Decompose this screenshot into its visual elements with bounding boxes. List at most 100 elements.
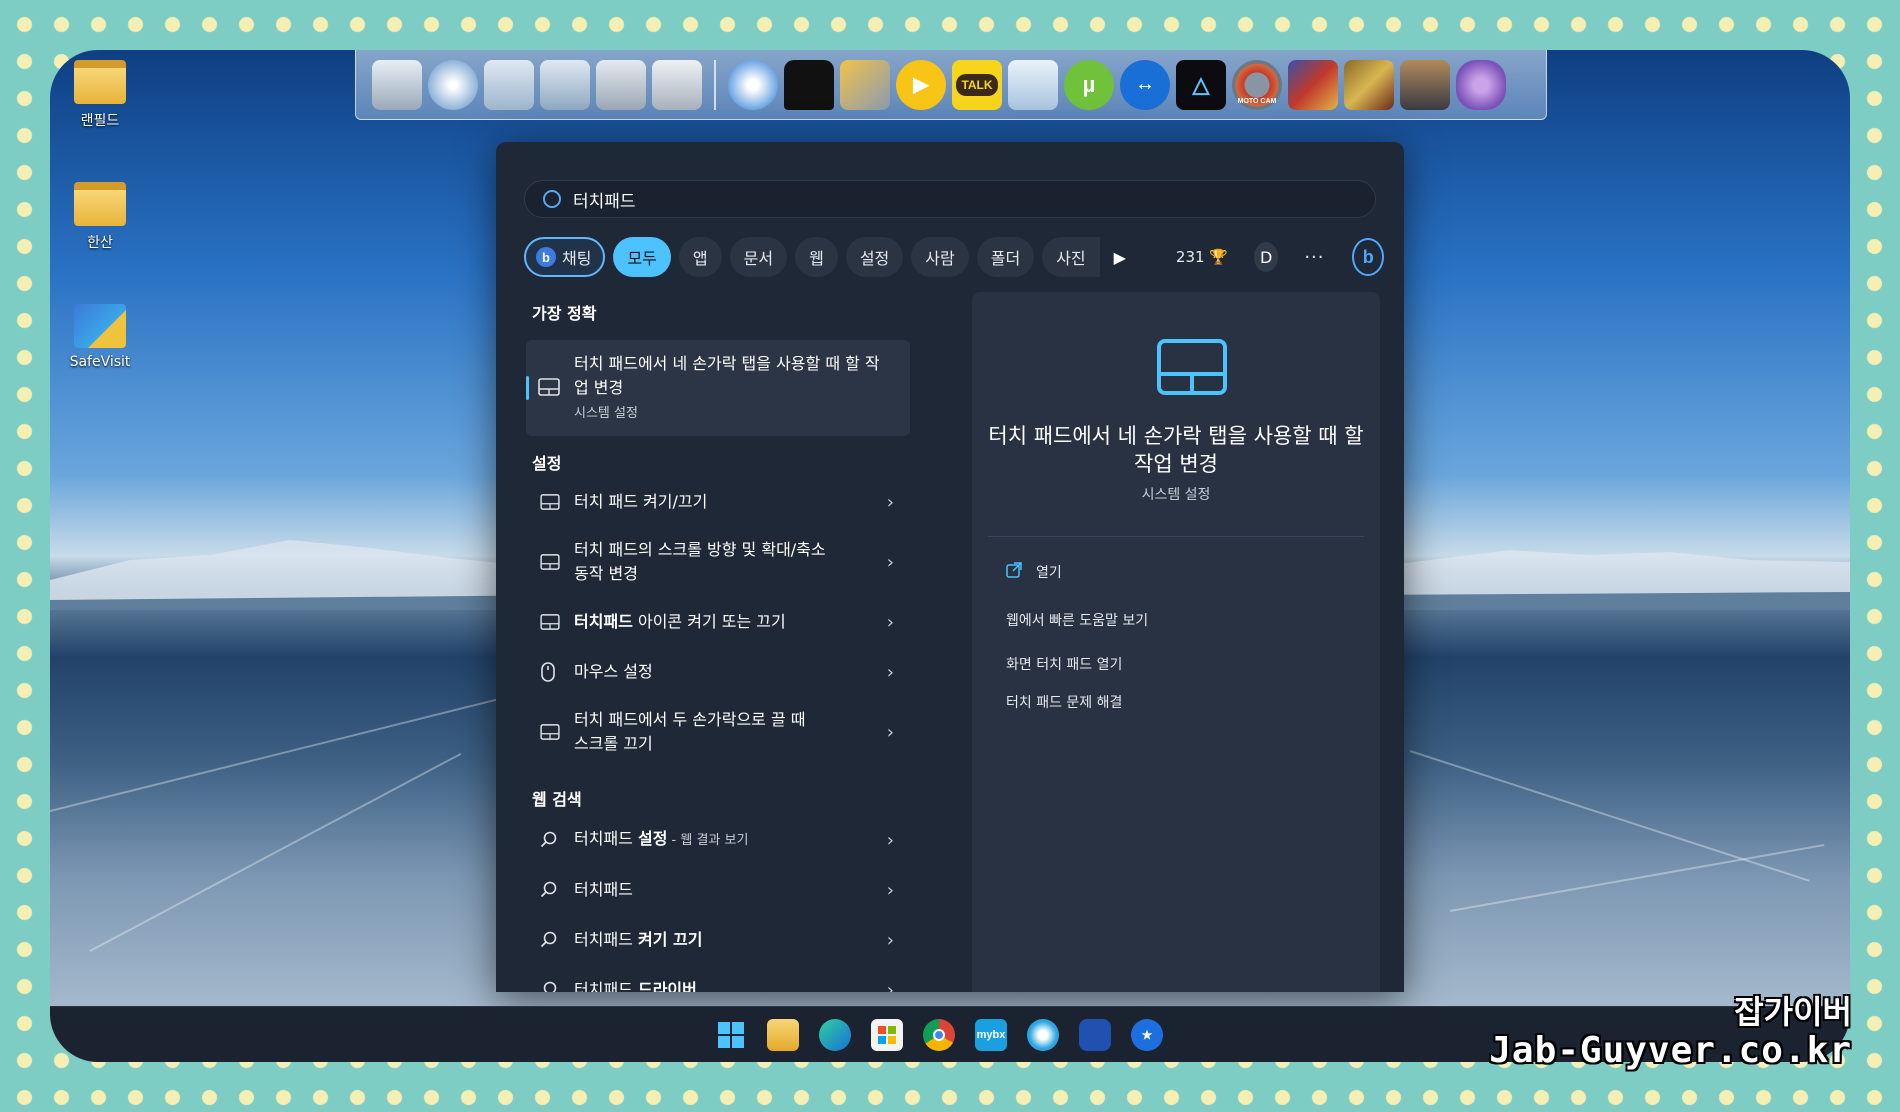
settings-result-item[interactable]: 터치패드 아이콘 켜기 또는 끄기 › (526, 600, 910, 644)
touchpad-icon (538, 378, 560, 396)
telegram-icon[interactable] (1027, 1019, 1059, 1051)
settings-result-item[interactable]: 터치 패드의 스크롤 방향 및 확대/축소 동작 변경 › (526, 534, 910, 590)
search-box[interactable] (524, 180, 1376, 218)
settings-result-label: 터치 패드에서 두 손가락으로 끌 때 스크롤 끄기 (574, 710, 806, 753)
more-options-button[interactable]: ··· (1304, 247, 1324, 268)
settings-result-item[interactable]: 마우스 설정 › (526, 650, 910, 694)
folder-icon (74, 182, 126, 226)
touchpad-icon (1156, 338, 1228, 400)
game-icon-2[interactable] (1344, 59, 1394, 110)
filter-folders[interactable]: 폴더 (976, 237, 1035, 277)
folder-icon (74, 60, 126, 104)
monitor-icon[interactable] (372, 59, 422, 110)
settings-result-label: 터치 패드 켜기/끄기 (574, 492, 708, 511)
best-match-title: 터치 패드에서 네 손가락 탭을 사용할 때 할 작업 변경 (574, 354, 880, 397)
chevron-right-icon: › (886, 721, 894, 743)
tools-wrench-icon[interactable] (840, 59, 890, 110)
figure-icon[interactable] (1400, 59, 1450, 110)
quick-help-link[interactable]: 웹에서 빠른 도움말 보기 (1006, 610, 1148, 630)
kakaotalk-label: TALK (956, 73, 998, 96)
filter-people[interactable]: 사람 (911, 237, 969, 277)
kakaotalk-icon[interactable]: TALK (952, 59, 1002, 110)
chrome-icon[interactable] (923, 1019, 955, 1051)
globe-icon[interactable] (428, 59, 478, 110)
mybox-icon[interactable]: mybx (975, 1019, 1007, 1051)
tools-icon[interactable] (652, 59, 702, 110)
chevron-right-icon: › (886, 879, 894, 901)
drive-icon[interactable] (596, 59, 646, 110)
desktop-icon-label: 한산 (87, 235, 113, 251)
search-icon (540, 931, 558, 949)
touchpad-icon (540, 724, 560, 740)
web-result-bold: 설정 (637, 829, 668, 848)
filters-next-button[interactable]: ▶ (1108, 237, 1132, 277)
web-result-item[interactable]: 터치패드 › (526, 868, 910, 912)
rewards-points[interactable]: 231 🏆 (1176, 248, 1228, 266)
utorrent-icon[interactable]: µ (1064, 59, 1114, 110)
avatar[interactable]: D (1254, 242, 1279, 272)
tshirt-icon[interactable] (784, 59, 834, 110)
edge-icon[interactable] (819, 1019, 851, 1051)
game-icon[interactable] (1288, 59, 1338, 110)
desktop-icon-folder-1[interactable]: 랜필드 (55, 60, 145, 130)
web-result-item[interactable]: 터치패드 드라이버 › (526, 968, 910, 992)
bing-chat-button[interactable]: b (1352, 238, 1384, 276)
web-result-item[interactable]: 터치패드 설정 - 웹 결과 보기 › (526, 818, 910, 862)
selection-indicator (526, 376, 529, 400)
search-input[interactable] (573, 189, 1353, 209)
teamviewer-icon[interactable]: ↔ (1120, 59, 1170, 110)
best-match-item[interactable]: 터치 패드에서 네 손가락 탭을 사용할 때 할 작업 변경 시스템 설정 (526, 340, 910, 436)
settings-result-label: 마우스 설정 (574, 662, 653, 681)
web-result-item[interactable]: 터치패드 켜기 끄기 › (526, 918, 910, 962)
open-external-icon (1006, 562, 1022, 582)
ice-crack (1449, 844, 1825, 912)
web-result-label: 터치패드 설정 - 웹 결과 보기 (574, 827, 874, 853)
settings-result-item[interactable]: 터치 패드 켜기/끄기 › (526, 480, 910, 524)
watermark-english: Jab-Guyver.co.kr (1489, 1030, 1852, 1071)
recycle-bin-icon[interactable] (1008, 59, 1058, 110)
open-action[interactable]: 열기 (1006, 562, 1062, 582)
file-explorer-icon[interactable] (767, 1019, 799, 1051)
watermark-korean: 잡가이버 (1734, 993, 1852, 1031)
filter-settings-label: 설정 (859, 249, 890, 268)
folder-icon[interactable] (484, 59, 534, 110)
safevisit-icon[interactable] (1079, 1019, 1111, 1051)
start-icon[interactable] (715, 1019, 747, 1051)
filter-apps[interactable]: 앱 (678, 237, 722, 277)
app-icon[interactable]: ★ (1131, 1019, 1163, 1051)
filter-docs[interactable]: 문서 (729, 237, 788, 277)
filter-chat[interactable]: b 채팅 (524, 237, 606, 277)
web-result-label: 터치패드 드라이버 (574, 978, 874, 992)
store-icon[interactable] (871, 1019, 903, 1051)
onscreen-touchpad-link[interactable]: 화면 터치 패드 열기 (1006, 654, 1122, 674)
web-icon[interactable] (728, 59, 778, 110)
tree-icon[interactable] (1456, 59, 1506, 110)
filter-web[interactable]: 웹 (795, 237, 838, 277)
folder-tree-icon[interactable] (540, 59, 590, 110)
dock-separator (714, 59, 716, 110)
search-icon (540, 981, 558, 992)
play-icon: ▶ (1113, 247, 1126, 267)
web-result-label: 터치패드 (574, 880, 633, 899)
filter-photos[interactable]: 사진 (1042, 237, 1100, 277)
settings-result-item[interactable]: 터치 패드에서 두 손가락으로 끌 때 스크롤 끄기 › (526, 704, 910, 760)
rewards-points-value: 231 (1175, 248, 1205, 266)
prism-icon[interactable]: △ (1176, 59, 1226, 110)
safevisit-icon (74, 304, 126, 348)
filter-all-label: 모두 (627, 249, 657, 268)
moto-cam-icon[interactable]: MOTO CAM (1232, 59, 1282, 110)
site-watermark: 잡가이버 Jab-Guyver.co.kr (1489, 994, 1852, 1072)
desktop-icon-safevisit[interactable]: SafeVisit (55, 304, 145, 370)
chevron-right-icon: › (886, 551, 894, 573)
filter-all[interactable]: 모두 (613, 237, 671, 277)
media-player-icon[interactable]: ▶ (896, 59, 946, 110)
divider (988, 536, 1364, 537)
desktop: 랜필드 한산 SafeVisit ▶ TALK µ ↔ △ MOTO CAM 터… (50, 50, 1850, 1062)
search-panel: b 채팅 모두 앱 문서 웹 설정 사람 폴더 사진 ▶ 231 🏆 D ···… (496, 142, 1404, 992)
touchpad-icon (540, 494, 560, 510)
filter-settings[interactable]: 설정 (845, 237, 904, 277)
desktop-icon-folder-2[interactable]: 한산 (55, 182, 145, 252)
mouse-icon (540, 662, 556, 682)
touchpad-troubleshoot-link[interactable]: 터치 패드 문제 해결 (1006, 692, 1122, 712)
filter-photos-label: 사진 (1056, 249, 1086, 268)
